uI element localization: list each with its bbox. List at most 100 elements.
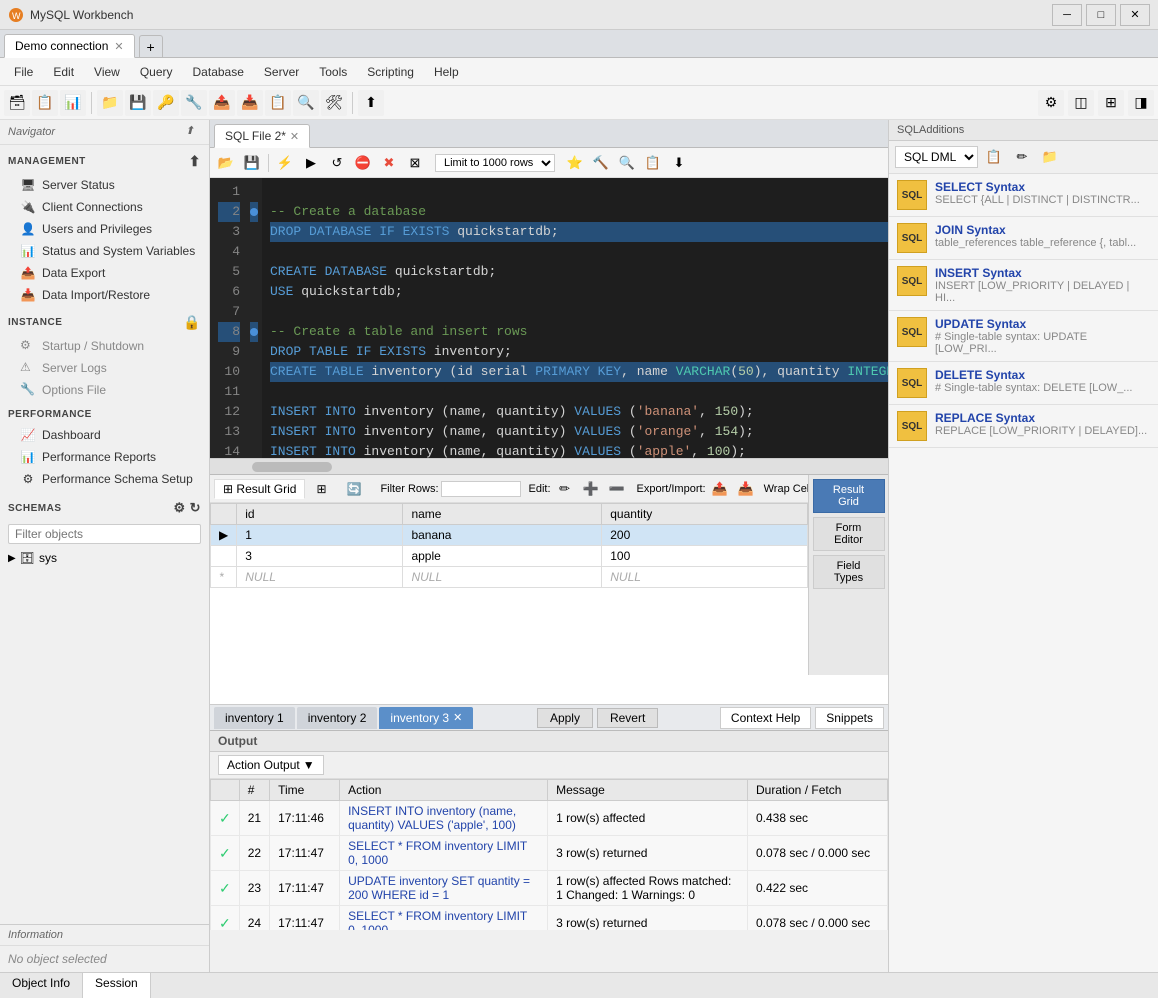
result-form-tab[interactable]: ⊞ [307,479,335,499]
context-help-button[interactable]: Context Help [720,707,811,729]
menu-help[interactable]: Help [424,61,469,83]
toolbar-btn-6[interactable]: 📥 [237,90,263,116]
main-connection-tab[interactable]: Demo connection ✕ [4,34,135,58]
toolbar-btn-9[interactable]: 🛠 [321,90,347,116]
snippet-replace-syntax[interactable]: SQL REPLACE Syntax REPLACE [LOW_PRIORITY… [889,405,1158,448]
new-tab-button[interactable]: + [139,35,163,57]
limit-rows-select[interactable]: Limit to 1000 rows [435,154,555,172]
sql-additions-btn-2[interactable]: ✏ [1010,145,1034,169]
col-id-header[interactable]: id [237,504,403,525]
execute-explain-btn[interactable]: ↺ [325,151,349,175]
toolbar-btn-7[interactable]: 📋 [265,90,291,116]
filter-rows-input[interactable] [441,481,521,497]
toolbar-btn-4[interactable]: 🔧 [181,90,207,116]
nav-data-import[interactable]: 📥 Data Import/Restore [0,284,209,306]
open-file-btn[interactable]: 📂 [214,151,238,175]
nav-server-status[interactable]: 🖥 Server Status [0,174,209,196]
new-table-btn[interactable]: 📋 [32,90,58,116]
menu-database[interactable]: Database [183,61,254,83]
snippet-join-syntax[interactable]: SQL JOIN Syntax table_references table_r… [889,217,1158,260]
schema-sys[interactable]: ▶ 🗄 sys [0,548,209,568]
nav-performance-schema[interactable]: ⚙ Performance Schema Setup [0,468,209,490]
snippet-update-syntax[interactable]: SQL UPDATE Syntax # Single-table syntax:… [889,311,1158,362]
cell-quantity-1[interactable]: 200 [602,525,808,546]
minimize-button[interactable]: ─ [1052,4,1082,26]
bottom-tab-object-info[interactable]: Object Info [0,973,83,998]
menu-server[interactable]: Server [254,61,309,83]
nav-status-system-vars[interactable]: 📊 Status and System Variables [0,240,209,262]
sql-additions-btn-3[interactable]: 📁 [1038,145,1062,169]
nav-client-connections[interactable]: 🔌 Client Connections [0,196,209,218]
menu-view[interactable]: View [84,61,130,83]
result-tab-inventory-2[interactable]: inventory 2 [297,707,378,729]
skip-btn[interactable]: ✖ [377,151,401,175]
nav-data-export[interactable]: 📤 Data Export [0,262,209,284]
nav-server-logs[interactable]: ⚠ Server Logs [0,357,209,379]
sql-additions-select[interactable]: SQL DML [895,146,978,168]
menu-tools[interactable]: Tools [309,61,357,83]
result-refresh-tab[interactable]: 🔄 [338,479,371,499]
new-schema-btn[interactable]: 🗃 [4,90,30,116]
cell-name-1[interactable]: banana [403,525,602,546]
view-btn-2[interactable]: ⊞ [1098,90,1124,116]
result-grid-tab[interactable]: ⊞ Result Grid [214,479,305,499]
menu-edit[interactable]: Edit [43,61,84,83]
close-button[interactable]: ✕ [1120,4,1150,26]
auto-commit-btn[interactable]: ⭐ [563,151,587,175]
stop-btn[interactable]: ⛔ [351,151,375,175]
editor-hscrollbar[interactable] [210,458,888,474]
cell-id-1[interactable]: 1 [237,525,403,546]
cell-quantity-2[interactable]: 100 [602,546,808,567]
schemas-config-icon[interactable]: ⚙ [173,500,185,516]
cell-id-2[interactable]: 3 [237,546,403,567]
find-btn[interactable]: 🔍 [615,151,639,175]
view-btn-3[interactable]: ◨ [1128,90,1154,116]
sql-tab-active[interactable]: SQL File 2* ✕ [214,124,310,148]
execute-btn[interactable]: ⚡ [273,151,297,175]
open-script-btn[interactable]: 📁 [97,90,123,116]
menu-query[interactable]: Query [130,61,183,83]
col-name-header[interactable]: name [403,504,602,525]
nav-users-privileges[interactable]: 👤 Users and Privileges [0,218,209,240]
view-btn-1[interactable]: ◫ [1068,90,1094,116]
field-types-side-btn[interactable]: FieldTypes [813,555,885,589]
navigator-expand-btn[interactable]: ⬆ [185,124,201,140]
apply-button[interactable]: Apply [537,708,593,728]
table-row[interactable]: ▶ 1 banana 200 [211,525,808,546]
preferences-btn[interactable]: ⚙ [1038,90,1064,116]
result-tab-3-close[interactable]: ✕ [453,711,462,724]
col-quantity-header[interactable]: quantity [602,504,808,525]
import-btn[interactable]: 📥 [734,477,758,501]
menu-scripting[interactable]: Scripting [357,61,424,83]
toolbar-btn-3[interactable]: 🔑 [153,90,179,116]
bottom-tab-session[interactable]: Session [83,973,151,998]
snippets-button[interactable]: Snippets [815,707,884,729]
connection-tab-close[interactable]: ✕ [114,40,123,53]
toolbar-btn-5[interactable]: 📤 [209,90,235,116]
save-script-btn[interactable]: 💾 [125,90,151,116]
result-tab-inventory-1[interactable]: inventory 1 [214,707,295,729]
menu-file[interactable]: File [4,61,43,83]
result-tab-inventory-3[interactable]: inventory 3 ✕ [379,707,473,729]
form-editor-side-btn[interactable]: FormEditor [813,517,885,551]
snippet-insert-syntax[interactable]: SQL INSERT Syntax INSERT [LOW_PRIORITY |… [889,260,1158,311]
edit-pencil-btn[interactable]: ✏ [553,477,577,501]
table-row[interactable]: 3 apple 100 [211,546,808,567]
schemas-refresh-icon[interactable]: ↻ [190,500,201,516]
execute-selection-btn[interactable]: ▶ [299,151,323,175]
sql-code-area[interactable]: -- Create a database DROP DATABASE IF EX… [262,178,888,458]
toolbar-btn-10[interactable]: ⬆ [358,90,384,116]
beautify-btn[interactable]: 🔨 [589,151,613,175]
server-status-btn[interactable]: 📊 [60,90,86,116]
snippet-delete-syntax[interactable]: SQL DELETE Syntax # Single-table syntax:… [889,362,1158,405]
revert-button[interactable]: Revert [597,708,658,728]
snippet-select-syntax[interactable]: SQL SELECT Syntax SELECT {ALL | DISTINCT… [889,174,1158,217]
sql-additions-btn-1[interactable]: 📋 [982,145,1006,169]
schema-filter-input[interactable] [8,524,201,544]
sql-tab-close[interactable]: ✕ [290,130,299,143]
nav-options-file[interactable]: 🔧 Options File [0,379,209,401]
schema-inspector-btn[interactable]: 📋 [641,151,665,175]
toggle-results-btn[interactable]: ⬇ [667,151,691,175]
editor-hscroll-thumb[interactable] [252,462,332,472]
nav-startup-shutdown[interactable]: ⚙ Startup / Shutdown [0,335,209,357]
